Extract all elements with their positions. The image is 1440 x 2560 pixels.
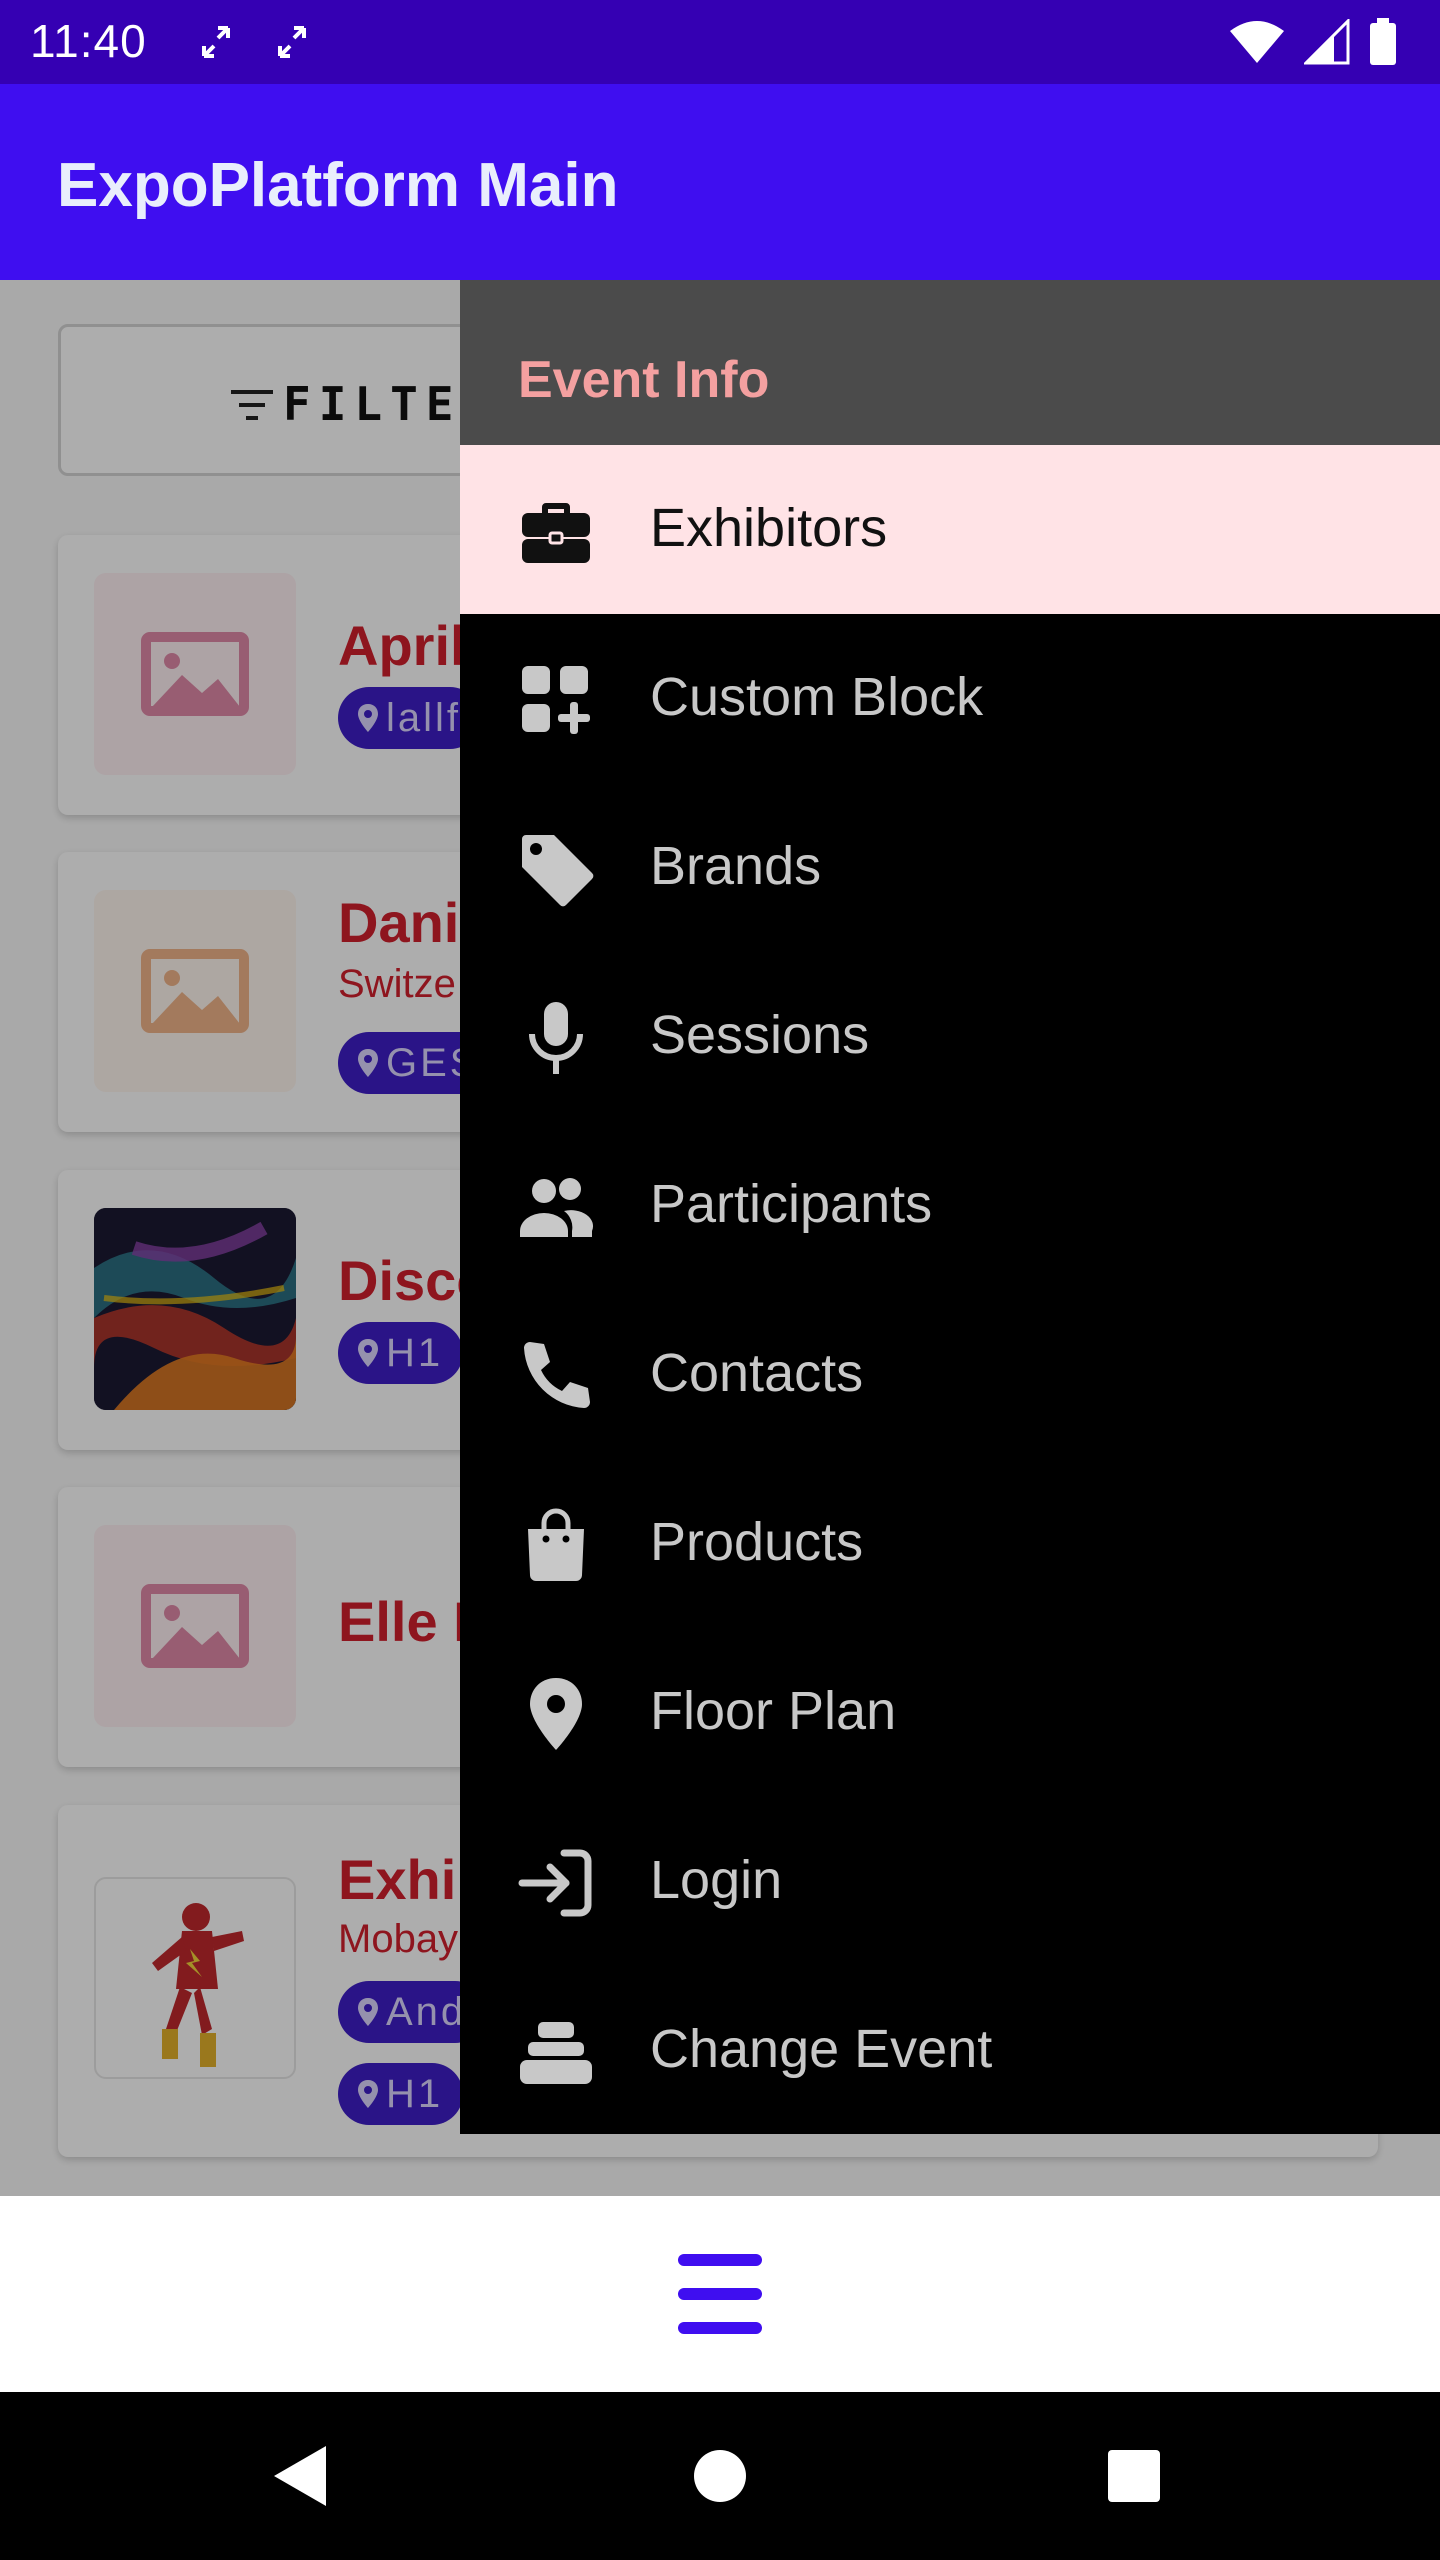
menu-item-login[interactable]: Login [460, 1797, 1440, 1966]
wifi-icon [1230, 21, 1284, 63]
menu-item-label: Products [650, 1512, 864, 1572]
shopping-bag-icon [528, 1508, 584, 1581]
navigation-drawer: Event Info Exhibitors Custom Block Brand… [460, 280, 1440, 2134]
menu-item-change-event[interactable]: Change Event [460, 1966, 1440, 2135]
menu-item-label: Exhibitors [650, 498, 888, 558]
screen-rotate-icon [202, 26, 230, 58]
menu-item-label: Floor Plan [650, 1681, 897, 1741]
people-icon [520, 1178, 594, 1237]
menu-item-label: Login [650, 1850, 783, 1910]
menu-item-label: Change Event [650, 2019, 993, 2079]
menu-item-custom-block[interactable]: Custom Block [460, 614, 1440, 783]
bottom-bar [0, 2196, 1440, 2392]
drawer-header: Event Info [460, 280, 1440, 445]
tag-icon [522, 835, 594, 907]
status-icons [1228, 18, 1398, 66]
app-title: ExpoPlatform Main [57, 151, 619, 220]
login-icon [518, 1849, 592, 1917]
menu-item-label: Contacts [650, 1343, 864, 1403]
screen-rotate-icon [278, 26, 306, 58]
menu-item-brands[interactable]: Brands [460, 783, 1440, 952]
home-icon[interactable] [680, 2436, 760, 2516]
hamburger-menu-icon[interactable] [670, 2246, 770, 2342]
back-icon[interactable] [262, 2436, 342, 2516]
menu-item-participants[interactable]: Participants [460, 1121, 1440, 1290]
system-nav-bar [0, 2392, 1440, 2560]
microphone-icon [529, 1002, 583, 1074]
menu-item-exhibitors[interactable]: Exhibitors [460, 445, 1440, 614]
menu-item-label: Brands [650, 836, 822, 896]
drawer-header-title: Event Info [518, 351, 770, 409]
menu-item-products[interactable]: Products [460, 1459, 1440, 1628]
status-time: 11:40 [30, 15, 147, 67]
menu-item-floor-plan[interactable]: Floor Plan [460, 1628, 1440, 1797]
menu-item-label: Participants [650, 1174, 933, 1234]
recents-icon[interactable] [1094, 2436, 1174, 2516]
status-bar: 11:40 [0, 0, 1440, 84]
menu-item-contacts[interactable]: Contacts [460, 1290, 1440, 1459]
location-pin-icon [530, 1678, 582, 1750]
briefcase-icon [522, 503, 590, 563]
menu-item-label: Custom Block [650, 667, 984, 727]
menu-item-label: Sessions [650, 1005, 870, 1065]
app-bar: ExpoPlatform Main [0, 84, 1440, 280]
widgets-add-icon [522, 666, 590, 734]
signal-icon [1304, 19, 1350, 65]
battery-icon [1370, 18, 1396, 65]
menu-item-sessions[interactable]: Sessions [460, 952, 1440, 1121]
stack-icon [520, 2022, 592, 2084]
screen: 11:40 ExpoPlatform Main FILTER April lal… [0, 0, 1440, 2560]
phone-icon [524, 1342, 590, 1408]
